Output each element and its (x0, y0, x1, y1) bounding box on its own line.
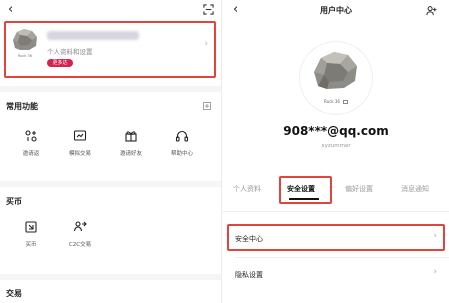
tile-label: 模拟交易 (68, 151, 91, 157)
section-title-buy: 买币 (6, 197, 22, 206)
c2c-icon (73, 221, 87, 232)
tile-c2c[interactable]: C2C交易 (58, 220, 102, 256)
rock-avatar-icon (314, 52, 357, 89)
rock-avatar-icon (13, 29, 37, 50)
tile-simulated-trading[interactable]: 模拟交易 (58, 129, 102, 165)
user-add-icon[interactable] (426, 5, 437, 16)
tile-buy-coin[interactable]: 买币 (9, 220, 53, 256)
buy-coin-icon (25, 221, 37, 233)
tile-label: 买币 (25, 242, 37, 248)
divider (0, 274, 221, 280)
section-title-common: 常用功能 (6, 102, 38, 111)
row-security-center[interactable]: 安全中心 › (223, 225, 449, 251)
user-email: 908***@qq.com (283, 124, 389, 138)
tile-label: C2C交易 (68, 242, 92, 248)
page-title: 用户中心 (320, 6, 352, 15)
profile-card[interactable]: Rock 36 个人资料和设置 更多达 › (4, 21, 216, 78)
edit-icon[interactable] (342, 99, 348, 104)
section-title-trade: 交易 (6, 289, 22, 298)
avatar-caption: Rock 36 (18, 54, 32, 58)
tab-notifications[interactable]: 消息通知 (401, 184, 429, 194)
row-privacy-settings[interactable]: 隐私设置 › (223, 261, 449, 287)
user-center-panel: ‹ 用户中心 Rock 36 908***@qq.com xyzummer 个人… (223, 0, 449, 303)
top-bar: ‹ (0, 0, 221, 22)
row-label: 安全中心 (235, 235, 263, 243)
nickname-blurred (47, 31, 139, 40)
headset-icon (175, 130, 189, 142)
chevron-right-icon: › (433, 231, 437, 241)
divider (0, 86, 221, 92)
edit-icon[interactable] (203, 102, 211, 110)
scan-icon[interactable] (203, 4, 214, 15)
divider (0, 181, 221, 187)
tile-invite[interactable]: 邀请返 (9, 129, 53, 165)
tile-label: 帮助中心 (170, 151, 193, 157)
divider (223, 211, 449, 212)
simulated-trading-icon (73, 130, 87, 141)
tab-preferences[interactable]: 偏好设置 (345, 184, 373, 194)
tile-label: 邀请好友 (119, 151, 142, 157)
chevron-right-icon: › (204, 39, 208, 49)
divider (235, 257, 449, 258)
tab-personal-info[interactable]: 个人资料 (233, 184, 261, 194)
row-label: 隐私设置 (235, 271, 263, 279)
profile-menu-panel: ‹ Rock 36 个人资料和设置 更多达 › 常用功能 邀请返 模拟交易 邀请… (0, 0, 222, 303)
status-badge: 更多达 (47, 59, 73, 67)
username: xyzummer (321, 143, 351, 149)
avatar: Rock 36 (10, 26, 40, 62)
gift-icon (125, 131, 137, 142)
profile-subtitle: 个人资料和设置 (47, 48, 93, 56)
tile-help-center[interactable]: 帮助中心 (160, 129, 204, 165)
tab-security-settings[interactable]: 安全设置 (287, 184, 315, 194)
chevron-right-icon: › (433, 267, 437, 277)
invite-icon (25, 130, 37, 142)
tile-invite-friends[interactable]: 邀请好友 (109, 129, 153, 165)
avatar-caption: Rock 36 (300, 99, 372, 104)
avatar-caption-text: Rock 36 (324, 99, 340, 104)
active-tab-indicator (289, 198, 319, 200)
back-button[interactable]: ‹ (8, 2, 13, 17)
avatar[interactable]: Rock 36 (300, 42, 372, 114)
tile-label: 邀请返 (22, 151, 40, 157)
